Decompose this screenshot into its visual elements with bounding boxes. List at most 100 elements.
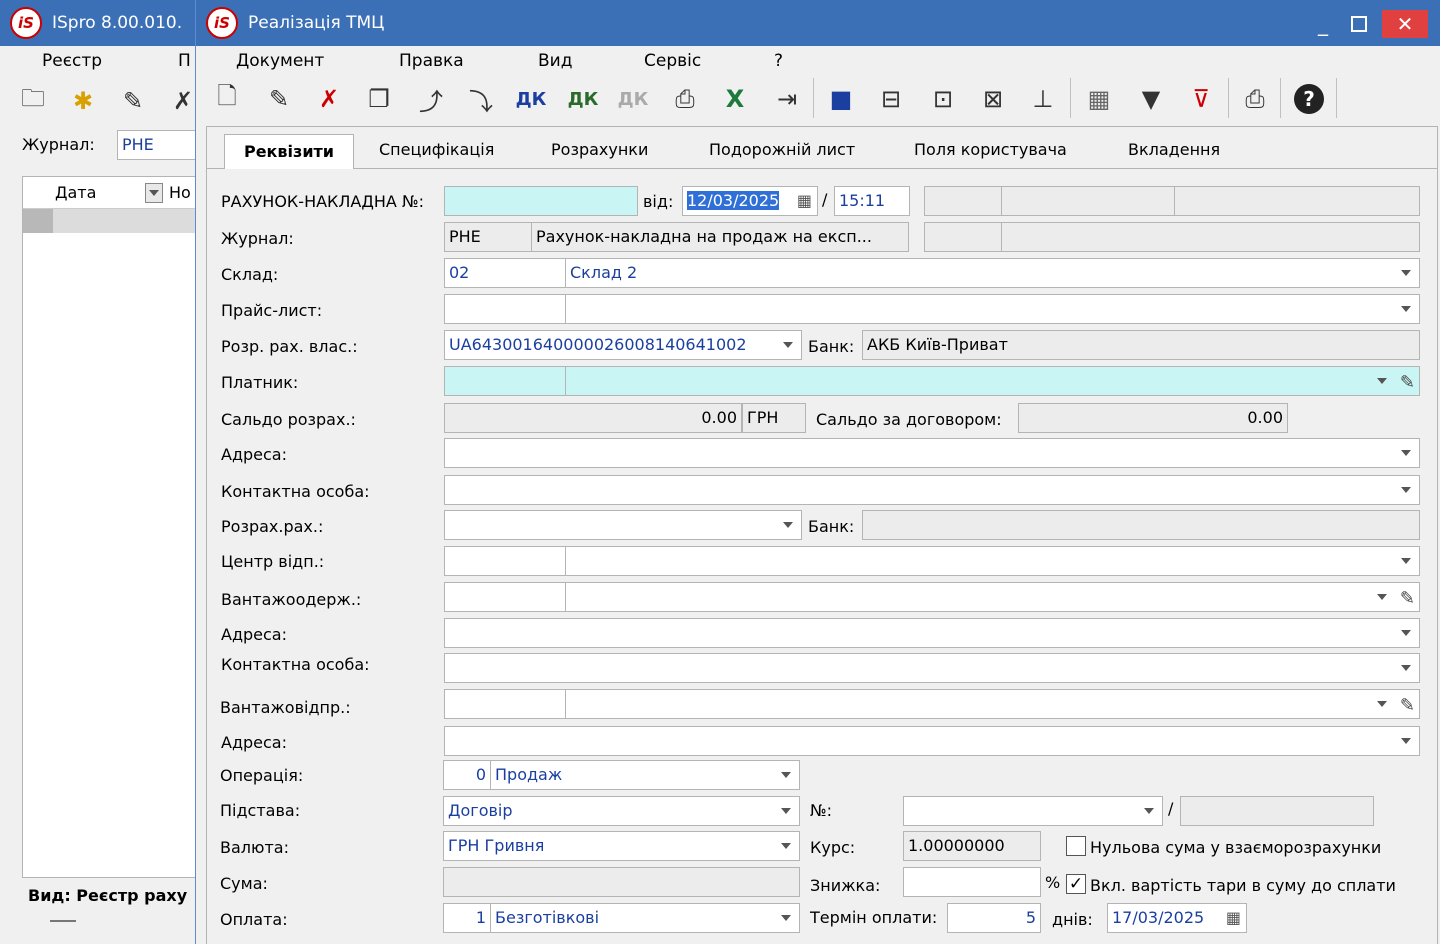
filter-dropdown-icon[interactable]: [145, 183, 163, 203]
pencil-icon[interactable]: ✎: [1400, 585, 1415, 611]
menu-document[interactable]: Документ: [236, 51, 324, 71]
payment-code-field[interactable]: 1: [443, 903, 491, 933]
chevron-down-icon[interactable]: [1401, 738, 1411, 744]
zero-sum-checkbox[interactable]: [1066, 836, 1086, 856]
chevron-down-icon[interactable]: [781, 772, 791, 778]
bg-menu-registry[interactable]: Реєстр: [42, 51, 102, 71]
payer-name-select[interactable]: ✎: [565, 366, 1420, 396]
hierarchy-icon[interactable]: ⊥: [1024, 80, 1062, 118]
contact2-select[interactable]: [444, 653, 1420, 683]
edit-doc-icon[interactable]: ✎: [114, 82, 152, 120]
exit-doc-icon[interactable]: ⇥: [768, 80, 806, 118]
save-icon[interactable]: ■: [822, 80, 860, 118]
basis-select[interactable]: Договір: [443, 796, 800, 826]
chevron-down-icon[interactable]: [781, 915, 791, 921]
currency-select[interactable]: ГРН Гривня: [443, 831, 800, 861]
print-preview-icon[interactable]: ⎙: [666, 80, 704, 118]
chevron-down-icon[interactable]: [1144, 808, 1154, 814]
invoice-no-field[interactable]: [444, 186, 638, 216]
chevron-down-icon[interactable]: [1401, 558, 1411, 564]
time-field[interactable]: 15:11: [834, 186, 910, 216]
payment-select[interactable]: Безготівкові: [490, 903, 800, 933]
basis-no-select[interactable]: [903, 796, 1163, 826]
calendar-icon[interactable]: ▦: [1226, 904, 1241, 932]
chevron-down-icon[interactable]: [783, 342, 793, 348]
pricelist-code-field[interactable]: [444, 294, 566, 324]
close-button[interactable]: ✕: [1382, 10, 1428, 38]
address-select[interactable]: [444, 438, 1420, 468]
grid-icon[interactable]: ▦: [1080, 80, 1118, 118]
bg-col-date[interactable]: Дата: [55, 183, 96, 202]
user-link-icon[interactable]: ⊠: [974, 80, 1012, 118]
term-field[interactable]: 5: [947, 903, 1041, 933]
chevron-down-icon[interactable]: [1401, 487, 1411, 493]
debit-credit-icon[interactable]: ДК: [512, 80, 550, 118]
folder-link-icon[interactable]: ⊡: [924, 80, 962, 118]
tare-checkbox[interactable]: ✓: [1066, 874, 1086, 894]
clear-filter-icon[interactable]: ⊽: [1182, 80, 1220, 118]
address3-select[interactable]: [444, 726, 1420, 756]
help-icon[interactable]: ?: [1290, 80, 1328, 118]
excel-export-icon[interactable]: X: [716, 80, 754, 118]
menu-edit[interactable]: Правка: [399, 51, 464, 71]
shipper-select[interactable]: ✎: [565, 689, 1420, 719]
operation-select[interactable]: Продаж: [490, 760, 800, 790]
tab-specification[interactable]: Специфікація: [379, 131, 494, 169]
discount-field[interactable]: [903, 867, 1041, 897]
pencil-icon[interactable]: ✎: [1400, 369, 1415, 395]
new-doc-icon[interactable]: 🗋: [208, 80, 246, 118]
menu-view[interactable]: Вид: [538, 51, 572, 71]
warehouse-name-select[interactable]: Склад 2: [565, 258, 1420, 288]
own-account-select[interactable]: UA643001640000026008140641002: [444, 330, 802, 360]
bg-menu-p[interactable]: П: [178, 51, 191, 71]
copy-doc-icon[interactable]: ❐: [360, 80, 398, 118]
chevron-down-icon[interactable]: [1401, 306, 1411, 312]
payer-code-field[interactable]: [444, 366, 566, 396]
operation-code-field[interactable]: 0: [443, 760, 491, 790]
bg-col-no[interactable]: Но: [169, 183, 191, 202]
consignee-select[interactable]: ✎: [565, 582, 1420, 612]
chevron-down-icon[interactable]: [1401, 630, 1411, 636]
address2-select[interactable]: [444, 618, 1420, 648]
tab-waybill[interactable]: Подорожній лист: [709, 131, 855, 169]
import-doc-icon[interactable]: ⤴: [412, 80, 450, 118]
center-code-field[interactable]: [444, 546, 566, 576]
chevron-down-icon[interactable]: [1401, 450, 1411, 456]
chevron-down-icon[interactable]: [1377, 378, 1387, 384]
consignee-code-field[interactable]: [444, 582, 566, 612]
pencil-icon[interactable]: ✎: [1400, 692, 1415, 718]
warehouse-code-field[interactable]: 02: [444, 258, 566, 288]
chevron-down-icon[interactable]: [1377, 701, 1387, 707]
maximize-button[interactable]: [1344, 10, 1374, 38]
contact-select[interactable]: [444, 475, 1420, 505]
tab-attachments[interactable]: Вкладення: [1128, 131, 1220, 169]
bg-journal-field[interactable]: РНЕ: [117, 130, 197, 160]
export-doc-icon[interactable]: ⤵: [462, 80, 500, 118]
filter-icon[interactable]: ▼: [1132, 80, 1170, 118]
menu-service[interactable]: Сервіс: [644, 51, 701, 71]
chevron-down-icon[interactable]: [781, 843, 791, 849]
pricelist-select[interactable]: [565, 294, 1420, 324]
printer-icon[interactable]: ⎙: [1236, 80, 1274, 118]
tab-calculations[interactable]: Розрахунки: [551, 131, 648, 169]
tab-user-fields[interactable]: Поля користувача: [914, 131, 1067, 169]
chevron-down-icon[interactable]: [1377, 594, 1387, 600]
chevron-down-icon[interactable]: [1401, 665, 1411, 671]
due-date-field[interactable]: 17/03/2025 ▦: [1107, 903, 1247, 933]
shipper-code-field[interactable]: [444, 689, 566, 719]
book-icon[interactable]: ⊟: [872, 80, 910, 118]
chevron-down-icon[interactable]: [781, 808, 791, 814]
tab-requisites[interactable]: Реквізити: [224, 134, 354, 169]
debit-credit-green-icon[interactable]: ДК: [564, 80, 602, 118]
account-select[interactable]: [444, 510, 802, 540]
edit-doc-icon[interactable]: ✎: [260, 80, 298, 118]
chevron-down-icon[interactable]: [783, 522, 793, 528]
date-field[interactable]: 12/03/2025 ▦: [682, 186, 818, 216]
delete-doc-icon[interactable]: ✗: [310, 80, 348, 118]
calendar-icon[interactable]: ▦: [797, 187, 812, 215]
menu-help[interactable]: ?: [774, 51, 783, 71]
open-folder-icon[interactable]: 🗀: [14, 82, 52, 120]
chevron-down-icon[interactable]: [1401, 270, 1411, 276]
minimize-button[interactable]: _: [1308, 10, 1338, 38]
center-select[interactable]: [565, 546, 1420, 576]
